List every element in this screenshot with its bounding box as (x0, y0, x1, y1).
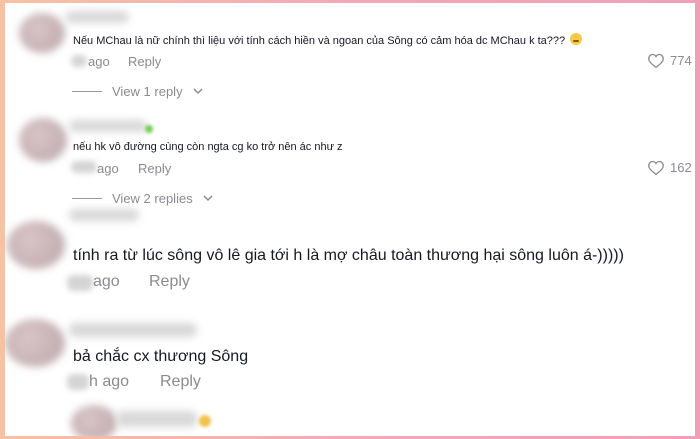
comment-text: nếu hk vô đường cùng còn ngta cg ko trở … (73, 141, 343, 153)
comment-text: bả chắc cx thương Sông (73, 348, 249, 365)
comment-text: tính ra từ lúc sông vô lê gia tới h là m… (73, 247, 624, 264)
timestamp-blur (71, 55, 87, 67)
username[interactable] (117, 411, 197, 427)
username[interactable] (69, 120, 147, 132)
divider-line (72, 198, 102, 199)
reply-button[interactable]: Reply (149, 273, 190, 291)
timestamp-blur (67, 275, 93, 291)
username[interactable] (69, 209, 139, 221)
view-replies-button[interactable]: View 2 replies (72, 191, 213, 206)
view-replies-button[interactable]: View 1 reply (72, 84, 203, 99)
comment-text: Nếu MChau là nữ chính thì liệu với tính … (73, 33, 583, 47)
chevron-down-icon (203, 195, 213, 202)
avatar[interactable] (19, 118, 67, 162)
reply-button[interactable]: Reply (138, 161, 171, 176)
chevron-down-icon (193, 88, 203, 95)
like-count: 162 (670, 160, 692, 175)
timestamp-blur (67, 374, 89, 390)
avatar[interactable] (71, 405, 117, 436)
heart-outline-icon (648, 160, 664, 175)
heart-outline-icon (648, 53, 664, 68)
view-replies-label: View 2 replies (112, 191, 193, 206)
comments-panel: Nếu MChau là nữ chính thì liệu với tính … (5, 3, 695, 436)
timestamp-blur (71, 161, 97, 173)
username[interactable] (69, 323, 197, 337)
avatar[interactable] (5, 319, 65, 367)
username[interactable] (65, 11, 129, 23)
like-count: 774 (670, 53, 692, 68)
reply-button[interactable]: Reply (160, 373, 201, 391)
avatar[interactable] (19, 13, 65, 53)
comment-time: h ago (89, 373, 130, 390)
comment-time: ago (97, 161, 119, 176)
thinking-face-emoji (570, 33, 583, 45)
divider-line (72, 91, 102, 92)
comment-text-content: Nếu MChau là nữ chính thì liệu với tính … (73, 35, 566, 47)
badge-icon (145, 125, 153, 133)
comment-time: ago (88, 54, 110, 69)
comment-time: ago (93, 273, 120, 290)
avatar[interactable] (7, 221, 65, 269)
reply-button[interactable]: Reply (128, 54, 161, 69)
view-replies-label: View 1 reply (112, 84, 183, 99)
emoji-icon (199, 415, 211, 427)
like-button[interactable]: 774 (648, 53, 692, 68)
like-button[interactable]: 162 (648, 160, 692, 175)
